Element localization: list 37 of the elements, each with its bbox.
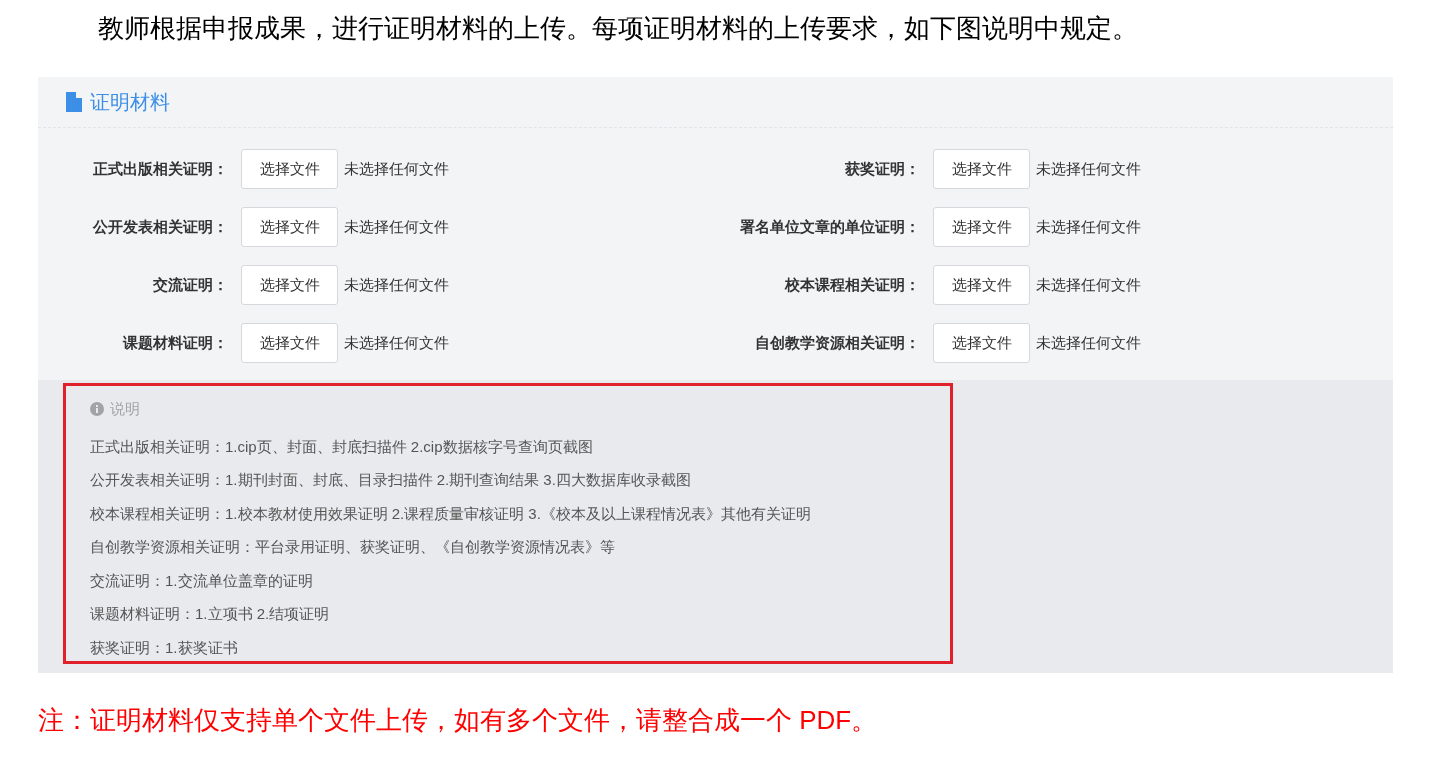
panel-title: 证明材料 [90, 90, 170, 115]
choose-file-button[interactable]: 选择文件 [241, 323, 338, 363]
choose-file-button[interactable]: 选择文件 [241, 265, 338, 305]
choose-file-button[interactable]: 选择文件 [933, 207, 1030, 247]
note-line: 课题材料证明：1.立项书 2.结项证明 [90, 604, 330, 624]
field-label: 署名单位文章的单位证明： [739, 216, 920, 237]
notes-title: 说明 [110, 398, 140, 419]
file-status: 未选择任何文件 [1036, 332, 1141, 353]
file-status: 未选择任何文件 [1036, 274, 1141, 295]
file-status: 未选择任何文件 [344, 332, 449, 353]
note-line: 公开发表相关证明：1.期刊封面、封底、目录扫描件 2.期刊查询结果 3.四大数据库收录截图 [90, 470, 691, 490]
field-label: 校本课程相关证明： [783, 274, 920, 295]
note-line: 获奖证明：1.获奖证书 [90, 637, 238, 658]
file-status: 未选择任何文件 [344, 274, 449, 295]
note-line: 自创教学资源相关证明：平台录用证明、获奖证明、《自创教学资源情况表》等 [90, 537, 615, 557]
field-label: 公开发表相关证明： [91, 216, 228, 237]
field-label: 获奖证明： [844, 158, 920, 179]
field-label: 课题材料证明： [121, 332, 228, 353]
file-status: 未选择任何文件 [344, 216, 449, 237]
note-line: 交流证明：1.交流单位盖章的证明 [90, 570, 313, 591]
footnote-text: 注：证明材料仅支持单个文件上传，如有多个文件，请整合成一个 PDF。 [38, 704, 878, 737]
document-icon [66, 92, 82, 112]
intro-text: 教师根据申报成果，进行证明材料的上传。每项证明材料的上传要求，如下图说明中规定。 [98, 11, 1138, 45]
file-status: 未选择任何文件 [1036, 158, 1141, 179]
info-icon [90, 402, 104, 416]
file-status: 未选择任何文件 [344, 158, 449, 179]
choose-file-button[interactable]: 选择文件 [241, 149, 338, 189]
choose-file-button[interactable]: 选择文件 [241, 207, 338, 247]
note-line: 正式出版相关证明：1.cip页、封面、封底扫描件 2.cip数据核字号查询页截图 [90, 436, 593, 457]
choose-file-button[interactable]: 选择文件 [933, 149, 1030, 189]
choose-file-button[interactable]: 选择文件 [933, 265, 1030, 305]
field-label: 自创教学资源相关证明： [754, 332, 920, 353]
field-label: 正式出版相关证明： [92, 158, 228, 179]
file-status: 未选择任何文件 [1036, 216, 1141, 237]
field-label: 交流证明： [152, 274, 228, 295]
choose-file-button[interactable]: 选择文件 [933, 323, 1030, 363]
note-line: 校本课程相关证明：1.校本教材使用效果证明 2.课程质量审核证明 3.《校本及以上课程情况表》其他有关证明 [90, 503, 811, 524]
